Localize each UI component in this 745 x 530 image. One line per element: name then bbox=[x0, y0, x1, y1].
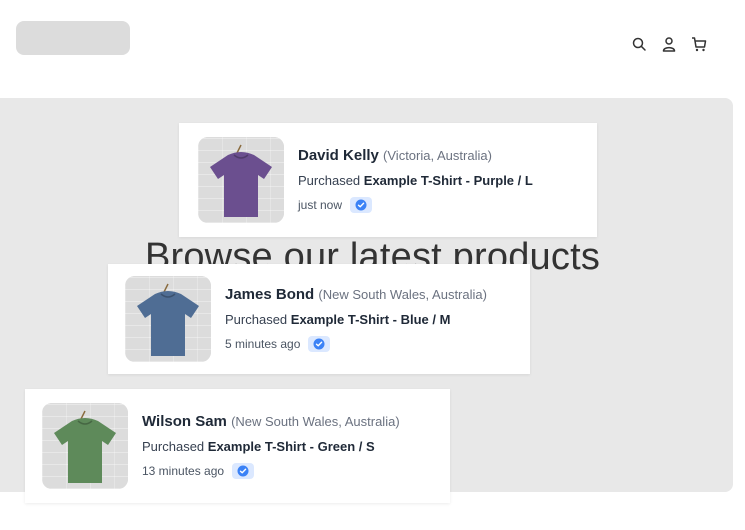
customer-location: (New South Wales, Australia) bbox=[231, 414, 400, 429]
header-icons bbox=[631, 36, 707, 52]
purchased-label: Purchased bbox=[142, 439, 205, 454]
product-thumbnail bbox=[125, 276, 211, 362]
verified-check-icon bbox=[308, 336, 331, 352]
notification-info: David Kelly (Victoria, Australia) Purcha… bbox=[298, 147, 533, 213]
notification-info: James Bond (New South Wales, Australia) … bbox=[225, 286, 487, 352]
tshirt-icon bbox=[210, 144, 272, 217]
customer-name: Wilson Sam bbox=[142, 413, 227, 430]
product-name[interactable]: Example T-Shirt - Green / S bbox=[208, 439, 375, 454]
verified-check-icon bbox=[232, 463, 255, 479]
customer-name: James Bond bbox=[225, 286, 315, 303]
time-ago: just now bbox=[298, 198, 343, 212]
tshirt-icon bbox=[54, 410, 116, 483]
time-ago: 13 minutes ago bbox=[142, 464, 225, 478]
tshirt-icon bbox=[137, 283, 199, 356]
product-thumbnail bbox=[42, 403, 128, 489]
customer-location: (New South Wales, Australia) bbox=[318, 287, 487, 302]
search-icon[interactable] bbox=[631, 36, 647, 52]
cart-icon[interactable] bbox=[691, 36, 707, 52]
product-thumbnail bbox=[198, 137, 284, 223]
purchased-label: Purchased bbox=[225, 312, 288, 327]
verified-check-icon bbox=[350, 197, 373, 213]
time-ago: 5 minutes ago bbox=[225, 337, 301, 351]
customer-name: David Kelly bbox=[298, 147, 379, 164]
page: Browse our latest products David Kelly (… bbox=[0, 0, 745, 530]
purchase-notification[interactable]: Wilson Sam (New South Wales, Australia) … bbox=[25, 389, 450, 503]
notification-info: Wilson Sam (New South Wales, Australia) … bbox=[142, 413, 400, 479]
product-name[interactable]: Example T-Shirt - Blue / M bbox=[291, 312, 451, 327]
store-logo[interactable] bbox=[16, 21, 130, 55]
customer-location: (Victoria, Australia) bbox=[383, 148, 492, 163]
product-name[interactable]: Example T-Shirt - Purple / L bbox=[364, 173, 533, 188]
purchase-notification[interactable]: James Bond (New South Wales, Australia) … bbox=[108, 264, 530, 374]
purchase-notification[interactable]: David Kelly (Victoria, Australia) Purcha… bbox=[179, 123, 597, 237]
purchased-label: Purchased bbox=[298, 173, 361, 188]
user-icon[interactable] bbox=[661, 36, 677, 52]
